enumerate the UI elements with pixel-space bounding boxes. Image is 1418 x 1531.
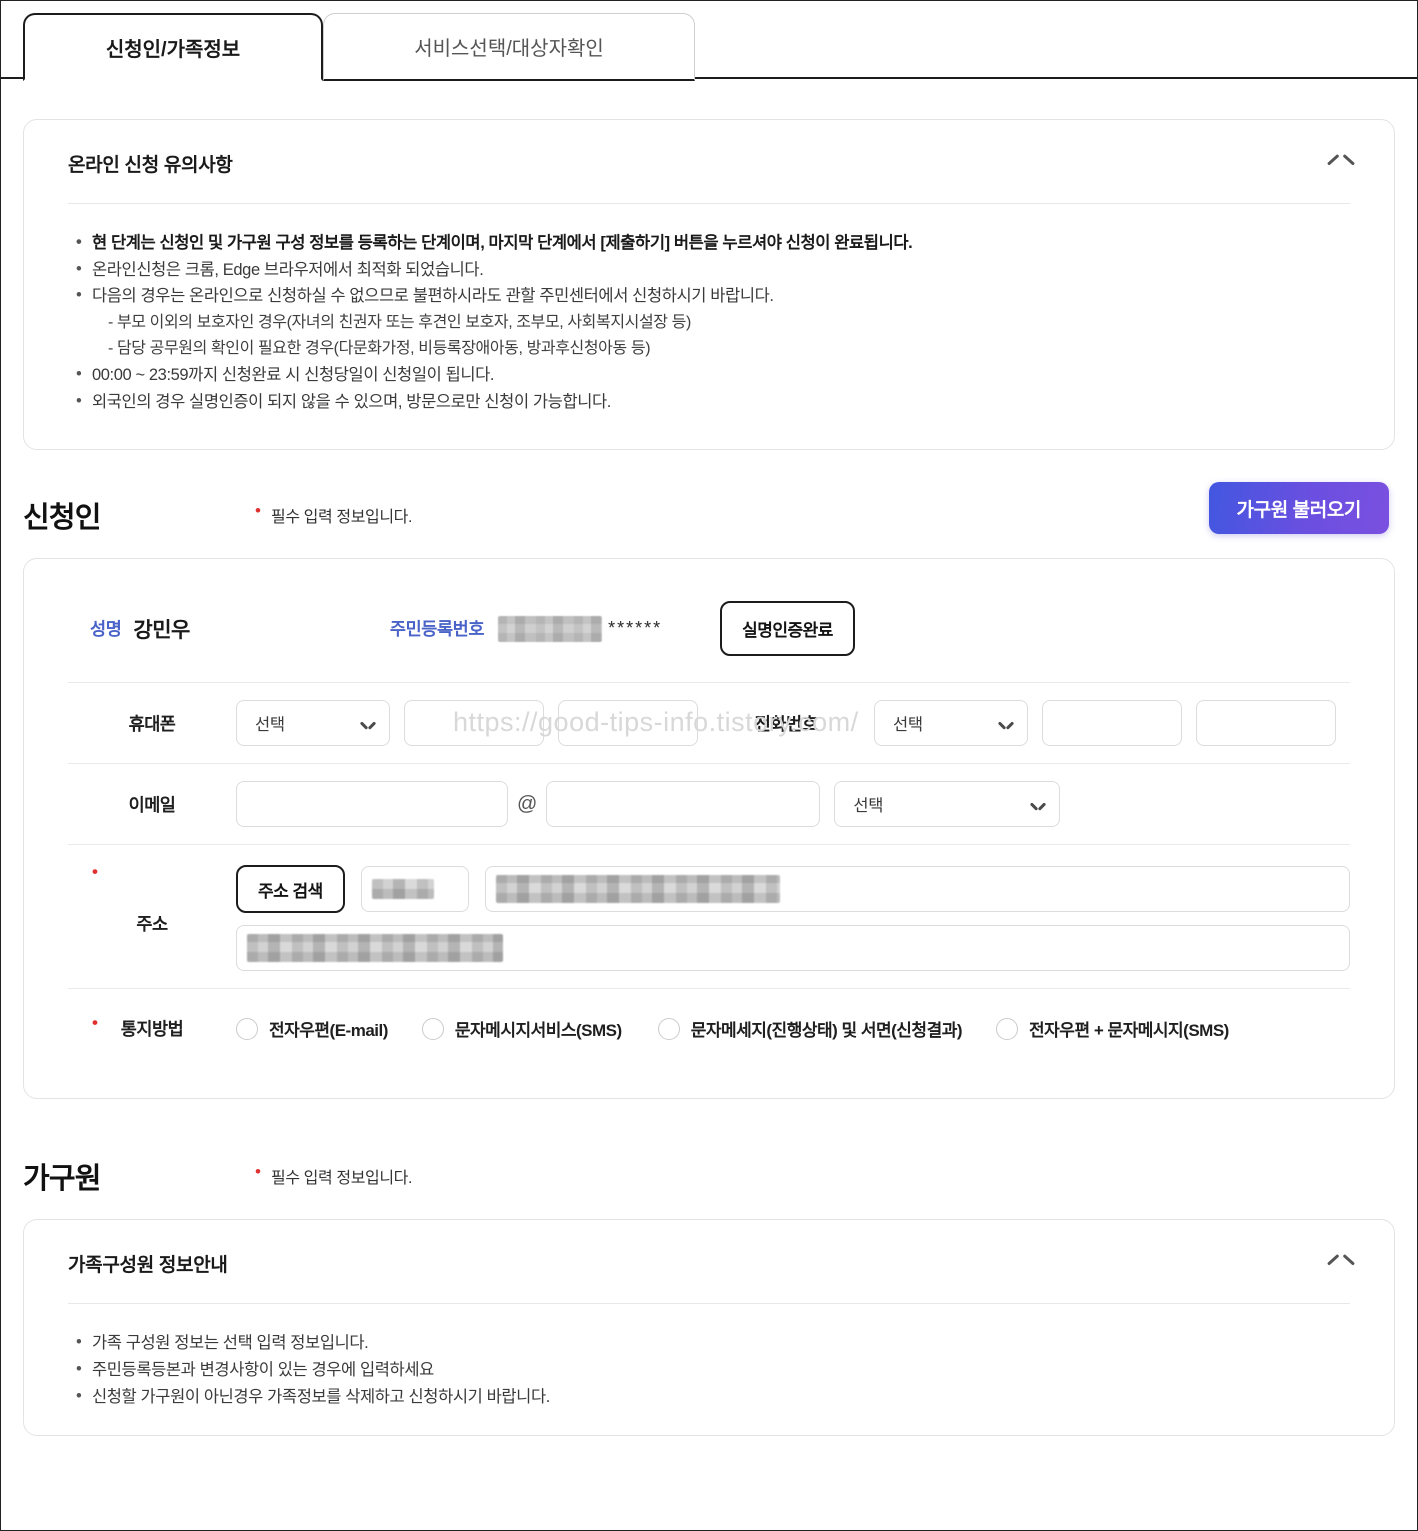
required-note: 필수 입력 정보입니다.	[255, 501, 412, 527]
mobile-phone-label: 휴대폰	[128, 713, 176, 734]
radio-circle-icon	[657, 1017, 680, 1040]
email-local-input[interactable]	[236, 781, 508, 828]
family-card-header: 가족구성원 정보안내	[24, 1220, 1394, 1277]
page-title-household: 가구원	[23, 1163, 101, 1196]
tab-service-selection[interactable]: 서비스선택/대상자확인	[323, 13, 695, 81]
radio-circle-icon	[996, 1017, 1019, 1040]
notice-card-body: 현 단계는 신청인 및 가구원 구성 정보를 등록하는 단계이며, 마지막 단계…	[24, 204, 1394, 449]
rrn-label: 주민등록번호	[389, 619, 485, 640]
mobile-part3-input[interactable]	[558, 700, 698, 747]
email-domain-input[interactable]	[546, 781, 821, 828]
phone-row: 휴대폰 선택 전화번호 선택	[68, 682, 1350, 763]
radio-label: 전자우편(E-mail)	[269, 1021, 388, 1041]
radio-notify-sms-and-document[interactable]: 문자메세지(진행상태) 및 서면(신청결과)	[657, 1016, 963, 1041]
address-line2-masked-value	[247, 934, 503, 963]
email-domain-select[interactable]: 선택	[834, 781, 1061, 828]
tab-bar: 신청인/가족정보 서비스선택/대상자확인	[1, 1, 1417, 81]
mobile-prefix-value: 선택	[255, 716, 285, 735]
notify-method-label: 통지방법	[68, 1013, 236, 1041]
page-title-applicant: 신청인	[23, 502, 101, 535]
identity-verified-badge[interactable]: 실명인증완료	[720, 601, 855, 657]
rrn-asterisks: ******	[608, 618, 663, 639]
notice-list: 현 단계는 신청인 및 가구원 구성 정보를 등록하는 단계이며, 마지막 단계…	[74, 229, 1350, 416]
application-form-page: 신청인/가족정보 서비스선택/대상자확인 온라인 신청 유의사항 현 단계는 신…	[1, 1, 1417, 1530]
email-domain-select-value: 선택	[853, 797, 884, 816]
notice-title: 온라인 신청 유의사항	[68, 155, 233, 176]
chevron-up-icon[interactable]	[1328, 1256, 1354, 1272]
household-section-header: 가구원 필수 입력 정보입니다.	[1, 1155, 1417, 1197]
radio-notify-email-and-sms[interactable]: 전자우편 + 문자메시지(SMS)	[996, 1016, 1229, 1041]
radio-notify-sms[interactable]: 문자메시지서비스(SMS)	[421, 1016, 622, 1041]
required-note: 필수 입력 정보입니다.	[255, 1162, 412, 1188]
email-label: 이메일	[128, 794, 176, 815]
notice-card-header: 온라인 신청 유의사항	[24, 120, 1394, 177]
address-fields: 주소 검색	[236, 865, 1350, 972]
radio-notify-email[interactable]: 전자우편(E-mail)	[236, 1016, 388, 1041]
address-row: 주소 주소 검색	[68, 844, 1350, 988]
family-member-info-card: 가족구성원 정보안내 가족 구성원 정보는 선택 입력 정보입니다. 주민등록등…	[23, 1219, 1395, 1436]
chevron-up-icon[interactable]	[1328, 156, 1354, 172]
family-info-list: 가족 구성원 정보는 선택 입력 정보입니다. 주민등록등본과 변경사항이 있는…	[74, 1329, 1350, 1411]
address-zipcode-input[interactable]	[360, 866, 469, 913]
address-line1-masked-value	[495, 875, 780, 904]
radio-label: 문자메세지(진행상태) 및 서면(신청결과)	[690, 1021, 963, 1041]
address-line1-input[interactable]	[484, 866, 1350, 913]
tab-label: 신청인/가족정보	[105, 38, 241, 61]
rrn-masked-value	[498, 615, 603, 642]
applicant-form-card: 성명 강민우 주민등록번호 ****** 실명인증완료 휴대폰 선택 전화번호 …	[23, 558, 1395, 1100]
notice-item: 현 단계는 신청인 및 가구원 구성 정보를 등록하는 단계이며, 마지막 단계…	[74, 229, 1350, 257]
notify-method-radio-group: 전자우편(E-mail) 문자메시지서비스(SMS) 문자메세지(진행상태) 및…	[236, 1016, 1229, 1041]
family-info-item: 신청할 가구원이 아닌경우 가족정보를 삭제하고 신청하시기 바랍니다.	[74, 1383, 1350, 1411]
zipcode-masked-value	[371, 879, 434, 900]
email-row: 이메일 @ 선택	[68, 763, 1350, 844]
applicant-section-header: 신청인 필수 입력 정보입니다. 가구원 불러오기	[1, 482, 1417, 536]
notice-item: 00:00 ~ 23:59까지 신청완료 시 신청당일이 신청일이 됩니다.	[74, 361, 1350, 389]
name-rrn-row: 성명 강민우 주민등록번호 ****** 실명인증완료	[68, 593, 1350, 682]
load-household-members-button[interactable]: 가구원 불러오기	[1208, 482, 1389, 535]
notify-method-row: 통지방법 전자우편(E-mail) 문자메시지서비스(SMS) 문자메세지(진행…	[68, 988, 1350, 1068]
notice-item: 외국인의 경우 실명인증이 되지 않을 수 있으며, 방문으로만 신청이 가능합…	[74, 388, 1350, 416]
chevron-down-icon	[1031, 800, 1045, 809]
telephone-prefix-select[interactable]: 선택	[874, 700, 1028, 747]
mobile-prefix-select[interactable]: 선택	[236, 700, 390, 747]
mobile-part2-input[interactable]	[404, 700, 544, 747]
address-line2-input[interactable]	[236, 925, 1350, 972]
address-search-button[interactable]: 주소 검색	[236, 865, 345, 914]
chevron-down-icon	[361, 719, 375, 728]
radio-label: 전자우편 + 문자메시지(SMS)	[1029, 1021, 1229, 1041]
at-symbol: @	[517, 792, 538, 815]
online-application-notice-card: 온라인 신청 유의사항 현 단계는 신청인 및 가구원 구성 정보를 등록하는 …	[23, 119, 1395, 451]
radio-circle-icon	[236, 1017, 258, 1040]
radio-circle-icon	[421, 1017, 444, 1040]
family-card-body: 가족 구성원 정보는 선택 입력 정보입니다. 주민등록등본과 변경사항이 있는…	[24, 1304, 1394, 1434]
notice-subitem: - 부모 이외의 보호자인 경우(자녀의 친권자 또는 후견인 보호자, 조부모…	[108, 314, 691, 332]
notice-item: 다음의 경우는 온라인으로 신청하실 수 없으므로 불편하시라도 관할 주민센터…	[74, 282, 1350, 310]
name-label: 성명	[90, 619, 122, 640]
notice-item: 온라인신청은 크롬, Edge 브라우저에서 최적화 되었습니다.	[74, 256, 1350, 284]
telephone-part3-input[interactable]	[1196, 700, 1336, 747]
name-value: 강민우	[133, 618, 190, 642]
address-label: 주소	[68, 862, 236, 936]
tab-label: 서비스선택/대상자확인	[414, 38, 604, 60]
radio-label: 문자메시지서비스(SMS)	[454, 1021, 622, 1041]
chevron-down-icon	[999, 719, 1013, 728]
tab-applicant-family-info[interactable]: 신청인/가족정보	[23, 13, 323, 81]
address-top-line: 주소 검색	[236, 865, 1350, 914]
telephone-prefix-value: 선택	[893, 716, 923, 735]
family-info-title: 가족구성원 정보안내	[68, 1255, 228, 1277]
family-info-item: 주민등록등본과 변경사항이 있는 경우에 입력하세요	[74, 1356, 1350, 1384]
telephone-label: 전화번호	[754, 713, 818, 734]
rrn-group: 주민등록번호 ****** 실명인증완료	[389, 601, 855, 657]
family-info-item: 가족 구성원 정보는 선택 입력 정보입니다.	[74, 1329, 1350, 1357]
notice-subitem: - 담당 공무원의 확인이 필요한 경우(다문화가정, 비등록장애아동, 방과후…	[108, 340, 651, 358]
telephone-part2-input[interactable]	[1042, 700, 1182, 747]
